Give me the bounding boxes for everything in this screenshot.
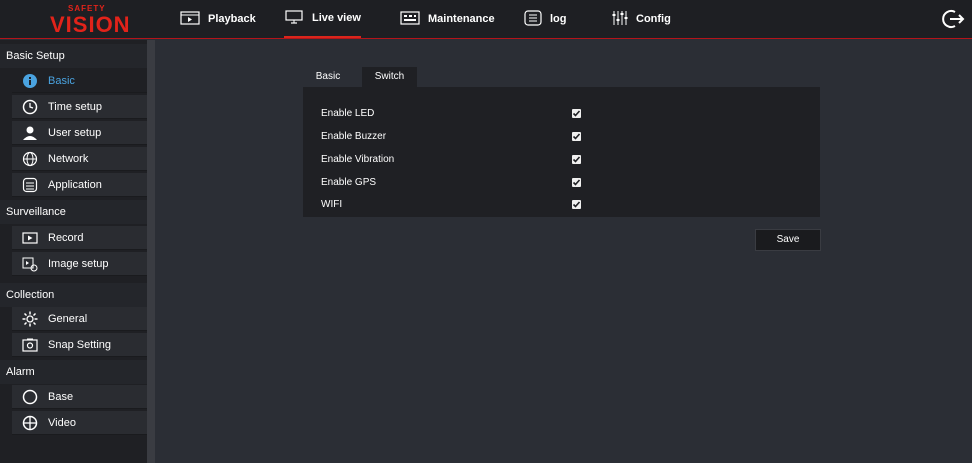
sidebar-item-label: User setup	[48, 126, 102, 139]
top-bar: SAFETY VISION Playback Live view Mainten…	[0, 0, 972, 39]
record-icon	[22, 230, 38, 246]
sidebar-item-general[interactable]: General	[12, 307, 147, 331]
switch-label-buzzer: Enable Buzzer	[321, 131, 387, 142]
gear-icon	[22, 311, 38, 327]
save-button[interactable]: Save	[755, 229, 821, 251]
monitor-icon	[284, 9, 304, 27]
info-icon	[22, 73, 38, 89]
sidebar-item-label: Network	[48, 152, 89, 165]
clock-icon	[22, 99, 38, 115]
playback-icon	[180, 10, 200, 28]
network-icon	[22, 151, 38, 167]
sidebar-item-label: Basic	[48, 74, 75, 87]
sidebar-section-collection: Collection	[0, 283, 147, 307]
nav-playback[interactable]: Playback	[180, 0, 256, 38]
sidebar-item-time-setup[interactable]: Time setup	[12, 95, 147, 119]
nav-log-label: log	[550, 13, 567, 25]
sidebar-item-user-setup[interactable]: User setup	[12, 121, 147, 145]
camera-icon	[22, 337, 38, 353]
checkbox-buzzer[interactable]	[572, 132, 581, 141]
nav-live-view[interactable]: Live view	[284, 0, 361, 38]
sidebar-item-network[interactable]: Network	[12, 147, 147, 171]
circle-icon	[22, 389, 38, 405]
user-icon	[22, 125, 38, 141]
nav-live-view-label: Live view	[312, 12, 361, 24]
sidebar-item-label: Base	[48, 390, 74, 403]
nav-log[interactable]: log	[524, 0, 567, 38]
tab-basic[interactable]: Basic	[303, 67, 353, 87]
checkbox-gps[interactable]	[572, 178, 581, 187]
tab-switch[interactable]: Switch	[362, 67, 417, 87]
switch-label-gps: Enable GPS	[321, 177, 377, 188]
sidebar-item-label: Record	[48, 231, 84, 244]
sidebar-item-label: Image setup	[48, 257, 109, 270]
switch-panel	[303, 87, 820, 217]
nav-config[interactable]: Config	[612, 0, 671, 38]
nav-playback-label: Playback	[208, 13, 256, 25]
logo-main-text: VISION	[50, 12, 131, 37]
image-setup-icon	[22, 256, 38, 272]
sidebar-item-label: General	[48, 312, 88, 325]
video-icon	[22, 415, 38, 431]
sidebar-section-basic-setup: Basic Setup	[0, 44, 147, 68]
sidebar-item-label: Application	[48, 178, 102, 191]
checkbox-vibration[interactable]	[572, 155, 581, 164]
switch-label-vibration: Enable Vibration	[321, 154, 395, 165]
log-icon	[524, 9, 542, 29]
sidebar-item-label: Time setup	[48, 100, 103, 113]
sidebar-item-base[interactable]: Base	[12, 385, 147, 409]
sidebar-section-alarm: Alarm	[0, 360, 147, 384]
nav-maintenance[interactable]: Maintenance	[400, 0, 495, 38]
sidebar-item-record[interactable]: Record	[12, 226, 147, 250]
logo: SAFETY VISION	[50, 4, 145, 37]
maintenance-icon	[400, 10, 420, 28]
sidebar-item-snap-setting[interactable]: Snap Setting	[12, 333, 147, 357]
sidebar-item-label: Video	[48, 416, 76, 429]
application-icon	[22, 177, 38, 193]
sidebar-item-application[interactable]: Application	[12, 173, 147, 197]
sidebar-item-basic[interactable]: Basic	[12, 69, 147, 93]
logout-icon[interactable]	[940, 6, 966, 32]
sidebar-scrollbar[interactable]	[147, 40, 155, 463]
sidebar-item-image-setup[interactable]: Image setup	[12, 252, 147, 276]
switch-label-wifi: WIFI	[321, 199, 343, 210]
checkbox-wifi[interactable]	[572, 200, 581, 209]
config-icon	[612, 10, 628, 29]
sidebar-section-surveillance: Surveillance	[0, 200, 147, 224]
sidebar-item-label: Snap Setting	[48, 338, 111, 351]
sidebar-item-video[interactable]: Video	[12, 411, 147, 435]
switch-label-led: Enable LED	[321, 108, 375, 119]
checkbox-led[interactable]	[572, 109, 581, 118]
nav-maintenance-label: Maintenance	[428, 13, 495, 25]
nav-config-label: Config	[636, 13, 671, 25]
